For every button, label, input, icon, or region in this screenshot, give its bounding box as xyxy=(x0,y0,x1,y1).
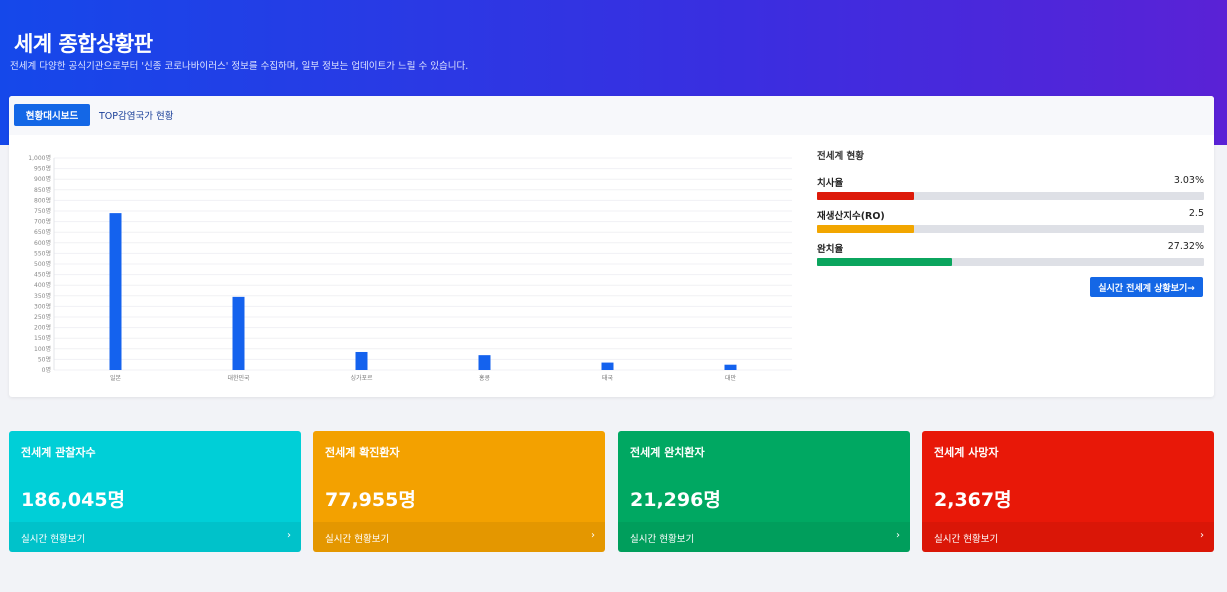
card-title: 전세계 사망자 xyxy=(934,446,999,459)
card-link-label: 실시간 현황보기 xyxy=(21,534,86,545)
y-tick-label: 600명 xyxy=(34,239,51,247)
world-status-title: 전세계 현황 xyxy=(817,151,865,162)
y-tick-label: 700명 xyxy=(34,218,51,226)
tab-bar: 현황대시보드 TOP감염국가 현황 xyxy=(9,96,1214,135)
recovery-rate-bar-fill xyxy=(817,258,953,266)
reproduction-number-value: 2.5 xyxy=(1188,208,1204,219)
card-value: 77,955명 xyxy=(325,489,416,511)
fatality-rate-label: 치사율 xyxy=(817,178,844,189)
card-link-observers[interactable]: 실시간 현황보기 › xyxy=(9,522,301,552)
x-tick-label: 태국 xyxy=(602,374,614,382)
chevron-right-icon: › xyxy=(896,530,900,541)
tab-top-countries[interactable]: TOP감염국가 현황 xyxy=(99,104,173,126)
x-tick-label: 대만 xyxy=(725,374,737,382)
card-observers: 전세계 관찰자수 186,045명 실시간 현황보기 › xyxy=(9,431,301,552)
card-link-label: 실시간 현황보기 xyxy=(934,534,999,545)
recovery-rate-bar xyxy=(817,258,1204,266)
y-tick-label: 450명 xyxy=(34,271,51,279)
card-link-confirmed[interactable]: 실시간 현황보기 › xyxy=(313,522,605,552)
y-tick-label: 400명 xyxy=(34,281,51,289)
card-value: 186,045명 xyxy=(21,489,126,511)
fatality-rate-value: 3.03% xyxy=(1173,175,1204,186)
chevron-right-icon: › xyxy=(1200,530,1204,541)
bar xyxy=(109,213,122,370)
fatality-rate-bar-fill xyxy=(817,192,914,200)
y-tick-label: 800명 xyxy=(34,196,51,204)
card-value: 21,296명 xyxy=(630,489,721,511)
y-tick-label: 0명 xyxy=(42,366,51,374)
card-link-deaths[interactable]: 실시간 현황보기 › xyxy=(922,522,1214,552)
reproduction-number-label: 재생산지수(RO) xyxy=(817,211,885,222)
y-tick-label: 650명 xyxy=(34,228,51,236)
page-subtitle: 전세계 다양한 공식기관으로부터 '신종 코로나바이러스' 정보를 수집하며, … xyxy=(10,61,469,72)
infection-bar-chart: 0명 50명 100명 150명 200명 250명 300명 350명 400명 450명 500… xyxy=(28,154,792,382)
x-tick-label: 대한민국 xyxy=(227,374,250,382)
recovery-rate-value: 27.32% xyxy=(1167,241,1204,252)
card-link-label: 실시간 현황보기 xyxy=(325,534,390,545)
card-title: 전세계 관찰자수 xyxy=(21,446,96,459)
page-title: 세계 종합상황판 xyxy=(14,32,153,56)
card-confirmed: 전세계 확진환자 77,955명 실시간 현황보기 › xyxy=(313,431,605,552)
card-title: 전세계 완치환자 xyxy=(630,446,705,459)
fatality-rate-bar xyxy=(817,192,1204,200)
x-tick-label: 홍콩 xyxy=(479,374,491,382)
y-tick-label: 250명 xyxy=(34,313,51,321)
bar xyxy=(355,351,368,370)
y-tick-label: 950명 xyxy=(34,165,51,173)
bar xyxy=(232,296,245,370)
x-tick-label: 일본 xyxy=(110,374,122,382)
y-tick-label: 150명 xyxy=(34,334,51,342)
card-title: 전세계 확진환자 xyxy=(325,446,400,459)
y-tick-label: 350명 xyxy=(34,292,51,300)
tab-dashboard[interactable]: 현황대시보드 xyxy=(14,104,90,126)
y-tick-label: 900명 xyxy=(34,175,51,183)
bar xyxy=(724,364,737,370)
y-tick-label: 1,000명 xyxy=(28,154,51,162)
card-deaths: 전세계 사망자 2,367명 실시간 현황보기 › xyxy=(922,431,1214,552)
y-tick-label: 200명 xyxy=(34,324,51,332)
chevron-right-icon: › xyxy=(591,530,595,541)
x-tick-label: 싱가포르 xyxy=(350,374,373,382)
y-tick-label: 850명 xyxy=(34,186,51,194)
y-tick-label: 300명 xyxy=(34,302,51,310)
y-tick-label: 100명 xyxy=(34,345,51,353)
card-value: 2,367명 xyxy=(934,489,1012,511)
y-tick-label: 550명 xyxy=(34,249,51,257)
card-recovered: 전세계 완치환자 21,296명 실시간 현황보기 › xyxy=(618,431,910,552)
card-link-recovered[interactable]: 실시간 현황보기 › xyxy=(618,522,910,552)
y-tick-label: 50명 xyxy=(38,355,51,363)
bar xyxy=(601,362,614,370)
y-tick-label: 500명 xyxy=(34,260,51,268)
recovery-rate-label: 완치율 xyxy=(817,244,844,255)
card-link-label: 실시간 현황보기 xyxy=(630,534,695,545)
reproduction-number-bar-fill xyxy=(817,225,914,233)
bar xyxy=(478,355,491,370)
chevron-right-icon: › xyxy=(287,530,291,541)
reproduction-number-bar xyxy=(817,225,1204,233)
realtime-world-status-button[interactable]: 실시간 전세계 상황보기→ xyxy=(1090,277,1203,297)
y-tick-label: 750명 xyxy=(34,207,51,215)
